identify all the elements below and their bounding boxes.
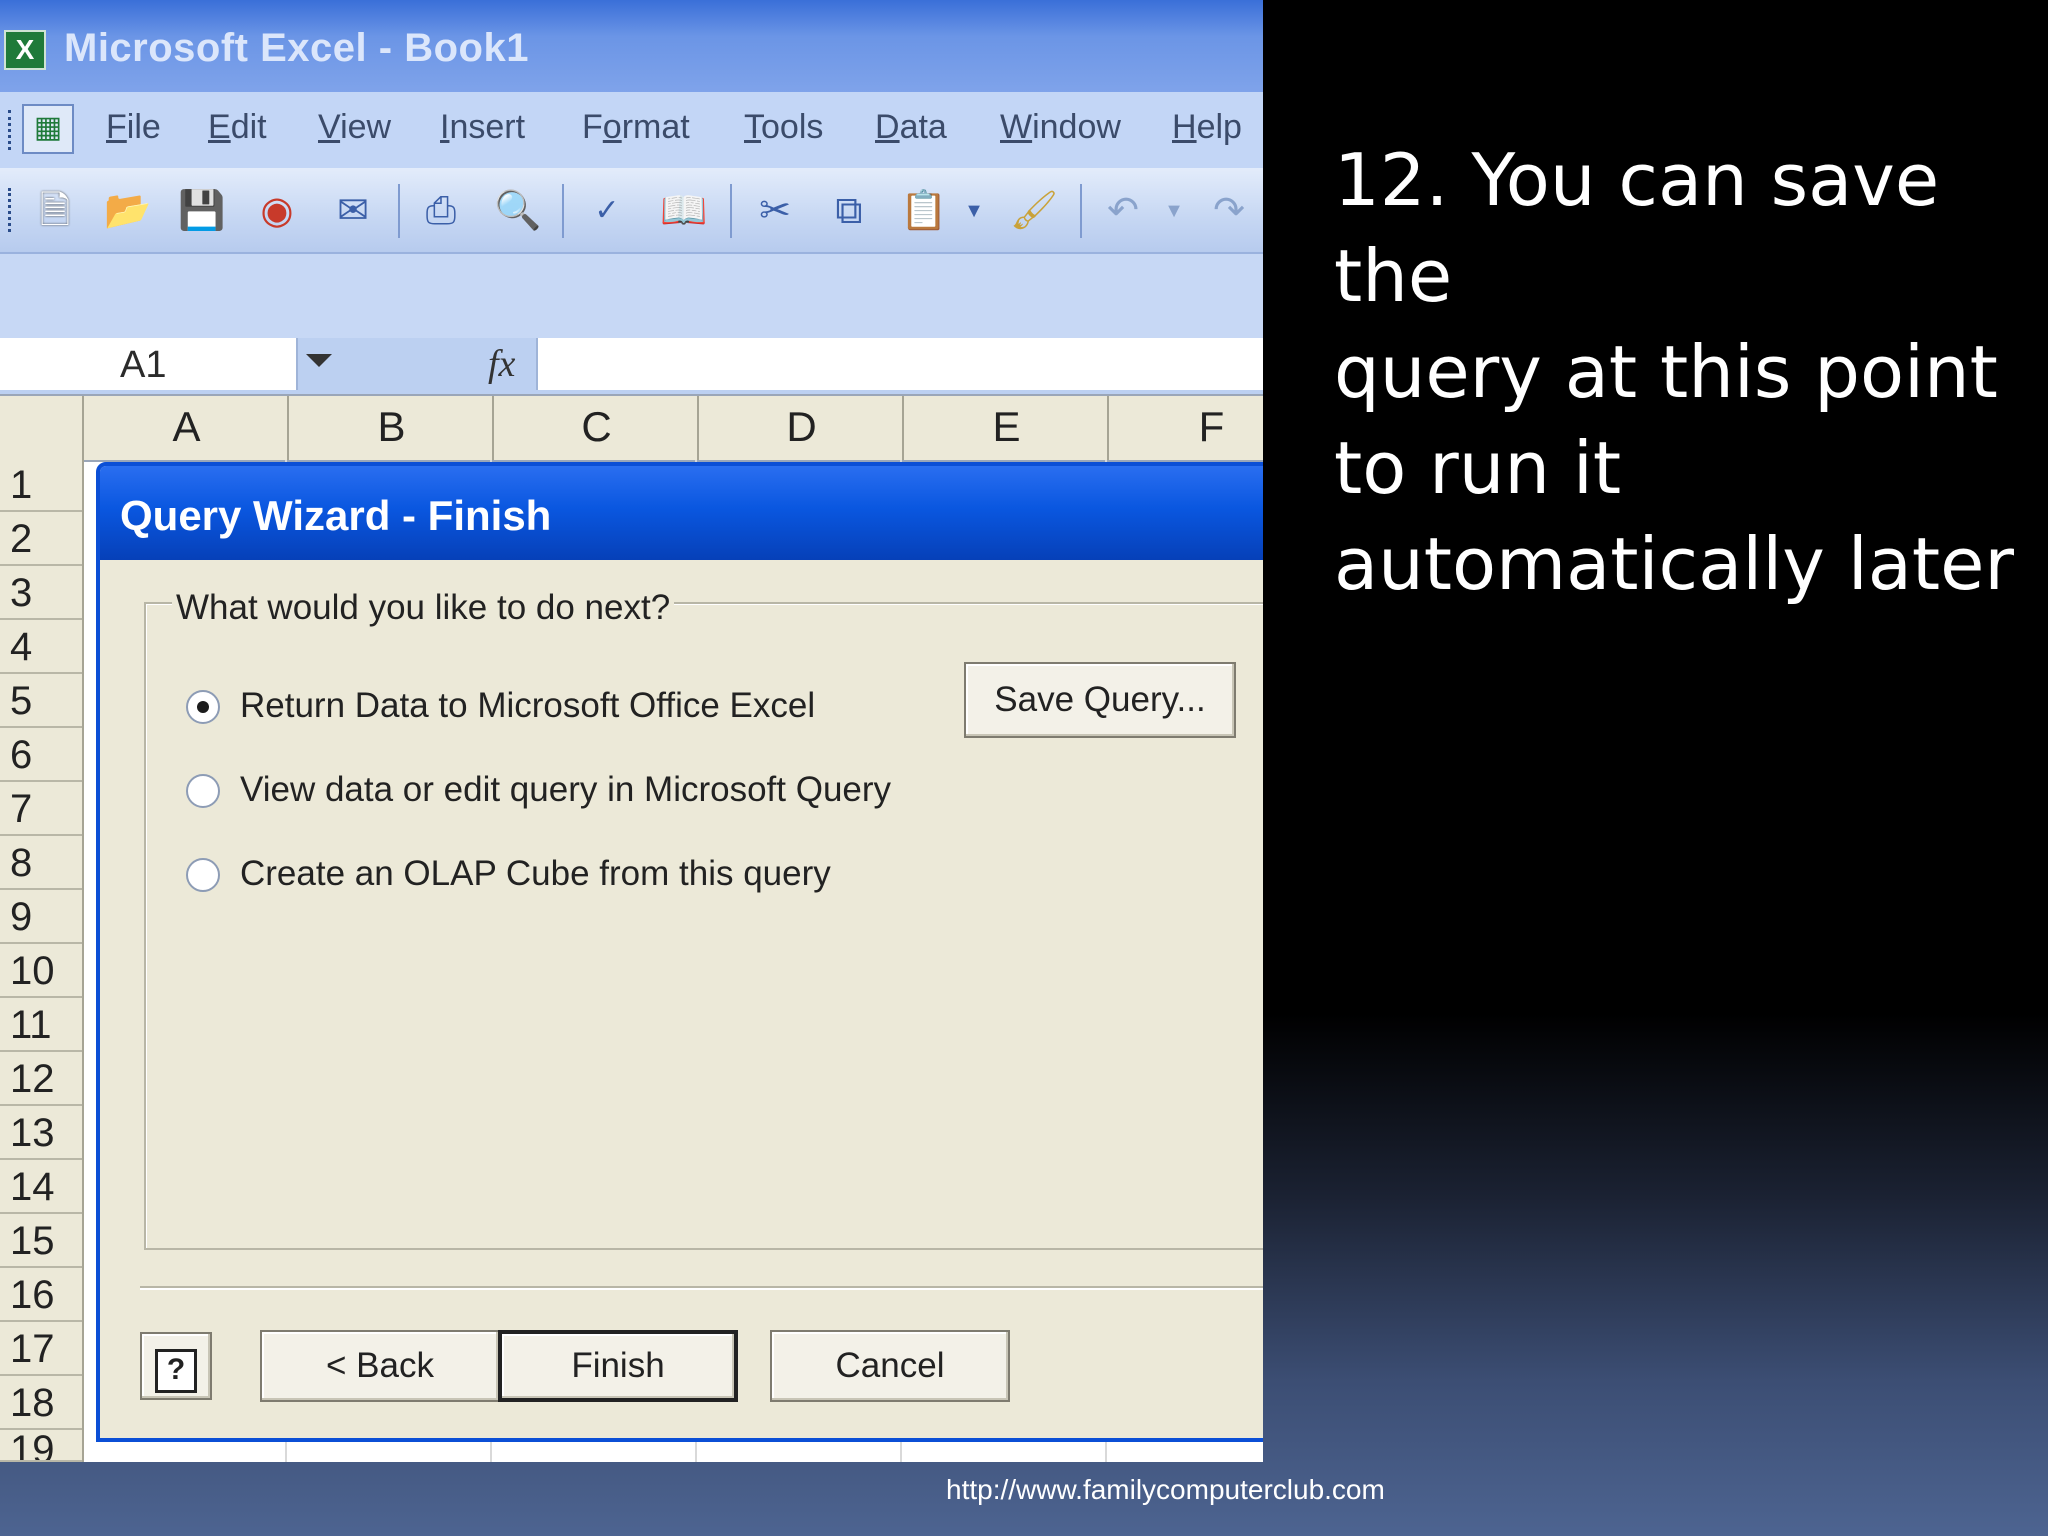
column-headers: A B C D E F	[0, 394, 1263, 462]
undo-dropdown-icon[interactable]: ▼	[1160, 188, 1188, 234]
column-header-f[interactable]: F	[1107, 396, 1263, 460]
save-icon[interactable]: 💾	[178, 188, 225, 234]
column-header-a[interactable]: A	[82, 396, 289, 460]
dialog-titlebar[interactable]: Query Wizard - Finish	[100, 466, 1263, 560]
column-header-e[interactable]: E	[902, 396, 1109, 460]
row-header[interactable]: 17	[0, 1322, 82, 1376]
formula-bar: A1 fx	[0, 338, 1263, 394]
open-folder-icon[interactable]: 📂	[104, 188, 151, 234]
caption-line: query at this point	[1334, 330, 1998, 414]
cut-icon[interactable]: ✂	[752, 188, 798, 234]
radio-button[interactable]	[186, 858, 220, 892]
next-action-group-label: What would you like to do next?	[172, 588, 675, 628]
help-button[interactable]: ?	[140, 1332, 212, 1400]
footer-url: http://www.familycomputerclub.com	[946, 1474, 1385, 1505]
help-icon: ?	[155, 1349, 197, 1393]
menu-file[interactable]: File	[106, 108, 161, 147]
toolbar-separator	[562, 184, 564, 238]
menu-help[interactable]: Help	[1172, 108, 1242, 147]
print-preview-icon[interactable]: 🔍	[494, 188, 541, 234]
spelling-icon[interactable]: ✓	[584, 188, 630, 234]
row-header[interactable]: 7	[0, 782, 82, 836]
menu-bar: ▦ File Edit View Insert Format Tools Dat…	[0, 92, 1263, 168]
row-header[interactable]: 16	[0, 1268, 82, 1322]
row-header[interactable]: 12	[0, 1052, 82, 1106]
research-icon[interactable]: 📖	[660, 188, 707, 234]
row-header[interactable]: 13	[0, 1106, 82, 1160]
standard-toolbar: 🗎 📂 💾 ◉ ✉ ⎙ 🔍 ✓ 📖 ✂ ⧉ 📋 ▼ 🖌 ↶ ▼ ↷	[0, 168, 1263, 254]
caption-line: to run it	[1334, 426, 1622, 510]
row-header[interactable]: 9	[0, 890, 82, 944]
name-box-value: A1	[120, 344, 167, 386]
row-header[interactable]: 14	[0, 1160, 82, 1214]
menu-insert[interactable]: Insert	[440, 108, 525, 147]
row-header[interactable]: 18	[0, 1376, 82, 1430]
menu-data[interactable]: Data	[875, 108, 947, 147]
row-header[interactable]: 3	[0, 566, 82, 620]
column-header-c[interactable]: C	[492, 396, 699, 460]
email-icon[interactable]: ✉	[330, 188, 376, 234]
format-painter-icon[interactable]: 🖌	[1010, 188, 1058, 234]
window-titlebar: X Microsoft Excel - Book1	[0, 0, 1263, 92]
row-header[interactable]: 8	[0, 836, 82, 890]
menu-edit[interactable]: Edit	[208, 108, 267, 147]
excel-screenshot: X Microsoft Excel - Book1 ▦ File Edit Vi…	[0, 0, 1263, 1462]
toolbar-separator	[730, 184, 732, 238]
menu-tools[interactable]: Tools	[744, 108, 823, 147]
query-wizard-dialog: Query Wizard - Finish What would you lik…	[96, 462, 1263, 1442]
workbook-icon[interactable]: ▦	[22, 104, 74, 154]
new-document-icon[interactable]: 🗎	[32, 188, 78, 234]
radio-dot	[197, 701, 209, 713]
option-label: Return Data to Microsoft Office Excel	[240, 686, 816, 725]
caption-line: 12. You can save the	[1334, 138, 1940, 318]
window-title: Microsoft Excel - Book1	[64, 26, 529, 70]
column-header-b[interactable]: B	[287, 396, 494, 460]
radio-button[interactable]	[186, 774, 220, 808]
slide-caption: 12. You can save the query at this point…	[1334, 132, 2014, 612]
permission-icon[interactable]: ◉	[254, 188, 300, 234]
dialog-divider	[140, 1286, 1263, 1290]
copy-icon[interactable]: ⧉	[826, 188, 872, 234]
row-header[interactable]: 11	[0, 998, 82, 1052]
row-header[interactable]: 2	[0, 512, 82, 566]
caption-line: automatically later	[1334, 522, 2014, 606]
radio-button-selected[interactable]	[186, 690, 220, 724]
name-box[interactable]: A1	[0, 338, 298, 390]
row-header[interactable]: 1	[0, 458, 82, 512]
redo-icon[interactable]: ↷	[1206, 188, 1252, 234]
menu-window[interactable]: Window	[1000, 108, 1121, 147]
save-query-button[interactable]: Save Query...	[964, 662, 1236, 738]
back-button[interactable]: < Back	[260, 1330, 500, 1402]
dialog-title: Query Wizard - Finish	[120, 492, 552, 539]
column-header-d[interactable]: D	[697, 396, 904, 460]
row-header[interactable]: 5	[0, 674, 82, 728]
row-header[interactable]: 19	[0, 1430, 82, 1462]
row-header[interactable]: 10	[0, 944, 82, 998]
undo-icon[interactable]: ↶	[1100, 188, 1146, 234]
row-header[interactable]: 6	[0, 728, 82, 782]
name-box-dropdown-icon[interactable]	[306, 354, 332, 367]
excel-app-icon: X	[4, 30, 46, 70]
cancel-button[interactable]: Cancel	[770, 1330, 1010, 1402]
toolbar-separator	[1080, 184, 1082, 238]
menu-view[interactable]: View	[318, 108, 391, 147]
paste-icon[interactable]: 📋	[900, 188, 947, 234]
row-header[interactable]: 15	[0, 1214, 82, 1268]
toolbar-grip-handle[interactable]	[8, 188, 17, 232]
print-icon[interactable]: ⎙	[418, 188, 464, 234]
option-label: Create an OLAP Cube from this query	[240, 854, 831, 893]
finish-button[interactable]: Finish	[498, 1330, 738, 1402]
menu-format[interactable]: Format	[582, 108, 690, 147]
menu-grip-handle[interactable]	[8, 110, 17, 150]
row-header[interactable]: 4	[0, 620, 82, 674]
row-headers: 1 2 3 4 5 6 7 8 9 10 11 12 13 14 15 16 1…	[0, 458, 84, 1462]
paste-dropdown-icon[interactable]: ▼	[960, 188, 988, 234]
toolbar-area-blank	[0, 254, 1263, 338]
option-label: View data or edit query in Microsoft Que…	[240, 770, 892, 809]
formula-input[interactable]	[536, 338, 1263, 390]
insert-function-icon[interactable]: fx	[488, 342, 515, 386]
toolbar-separator	[398, 184, 400, 238]
